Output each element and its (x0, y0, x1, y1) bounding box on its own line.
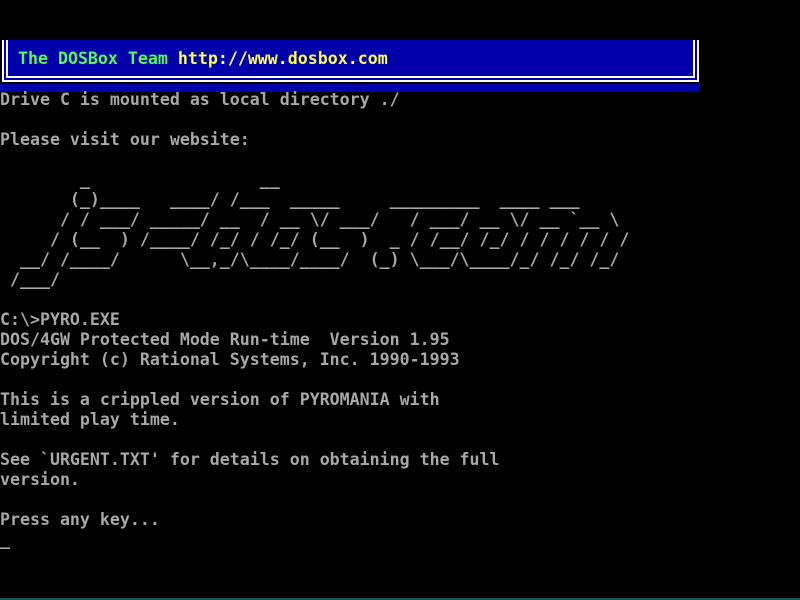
dos-screen[interactable]: The DOSBox Team http://www.dosbox.com Dr… (0, 0, 800, 600)
title-segment: // (228, 49, 248, 68)
title-segment: http (178, 49, 218, 68)
dos4gw-banner: DOS/4GW Protected Mode Run-time Version … (0, 330, 450, 350)
crippled-notice-line2: limited play time. (0, 410, 180, 430)
dosbox-title-line: The DOSBox Team http://www.dosbox.com (8, 40, 693, 69)
dos4gw-copyright: Copyright (c) Rational Systems, Inc. 199… (0, 350, 460, 370)
title-segment: dosbox (288, 49, 348, 68)
title-segment: www (248, 49, 278, 68)
urgent-notice-line2: version. (0, 470, 80, 490)
crippled-notice-line1: This is a crippled version of PYROMANIA … (0, 390, 440, 410)
urgent-notice-line1: See `URGENT.TXT' for details on obtainin… (0, 450, 500, 470)
press-any-key-prompt: Press any key... (0, 510, 160, 530)
jsdos-ascii-logo: _ __ (_)____ ____/ /___ _____ _________ … (0, 170, 629, 290)
title-segment: The DOSBox Team (18, 49, 178, 68)
text-cursor: _ (0, 530, 10, 550)
mount-message: Drive C is mounted as local directory ./ (0, 90, 400, 110)
dosbox-intro-box: The DOSBox Team http://www.dosbox.com (2, 40, 699, 82)
title-segment: . (278, 49, 288, 68)
website-prompt: Please visit our website: (0, 130, 250, 150)
title-segment: com (358, 49, 388, 68)
title-segment: . (348, 49, 358, 68)
command-prompt-line: C:\>PYRO.EXE (0, 310, 120, 330)
title-segment: : (218, 49, 228, 68)
